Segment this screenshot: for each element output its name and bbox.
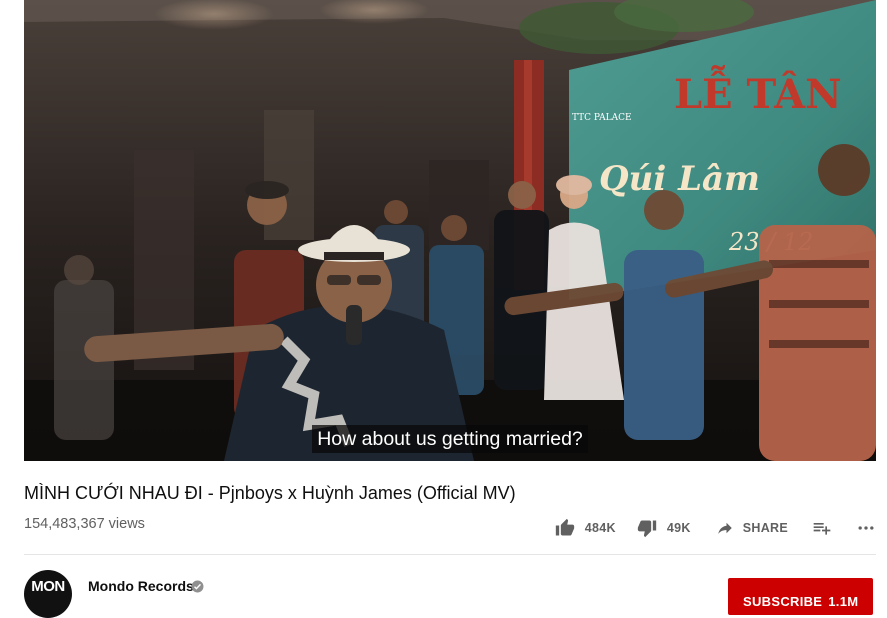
share-button[interactable]: SHARE xyxy=(715,519,788,537)
subscriber-count: 1.1M xyxy=(828,593,859,609)
verified-badge-icon xyxy=(191,580,204,593)
playlist-add-icon xyxy=(813,523,831,535)
share-label: SHARE xyxy=(742,521,788,535)
share-icon xyxy=(717,522,732,534)
channel-name[interactable]: Mondo Records xyxy=(88,578,194,594)
like-count: 484K xyxy=(584,521,616,535)
avatar-logo-text: MON xyxy=(31,578,65,595)
info-divider xyxy=(24,554,876,555)
video-player[interactable]: TTC PALACE LỄ TÂN Qúi Lâm 23 / 12 xyxy=(24,0,876,461)
subscribe-label: SUBSCRIBE xyxy=(743,593,823,609)
video-frame: TTC PALACE LỄ TÂN Qúi Lâm 23 / 12 xyxy=(24,0,876,461)
watch-page: TTC PALACE LỄ TÂN Qúi Lâm 23 / 12 xyxy=(0,0,887,618)
thumb-down-icon xyxy=(637,520,657,538)
channel-avatar[interactable]: MON xyxy=(24,570,72,618)
like-button[interactable]: 484K xyxy=(554,518,616,538)
video-actions: 484K 49K SHARE xyxy=(554,513,876,543)
save-to-playlist-button[interactable] xyxy=(812,518,832,538)
caption-text: How about us getting married? xyxy=(312,425,588,453)
more-icon xyxy=(858,526,874,530)
screen-logo: TTC PALACE xyxy=(572,113,632,123)
screen-names: Qúi Lâm xyxy=(599,159,760,199)
dislike-button[interactable]: 49K xyxy=(636,518,691,538)
view-count: 154,483,367 views xyxy=(24,516,145,532)
dislike-count: 49K xyxy=(666,521,691,535)
more-actions-button[interactable] xyxy=(856,518,876,538)
video-title: MÌNH CƯỚI NHAU ĐI - Pjnboys x Huỳnh Jame… xyxy=(24,483,516,503)
screen-heading: LỄ TÂN xyxy=(674,66,842,118)
caption-window: How about us getting married? xyxy=(24,425,876,453)
thumb-up-icon xyxy=(555,518,574,536)
